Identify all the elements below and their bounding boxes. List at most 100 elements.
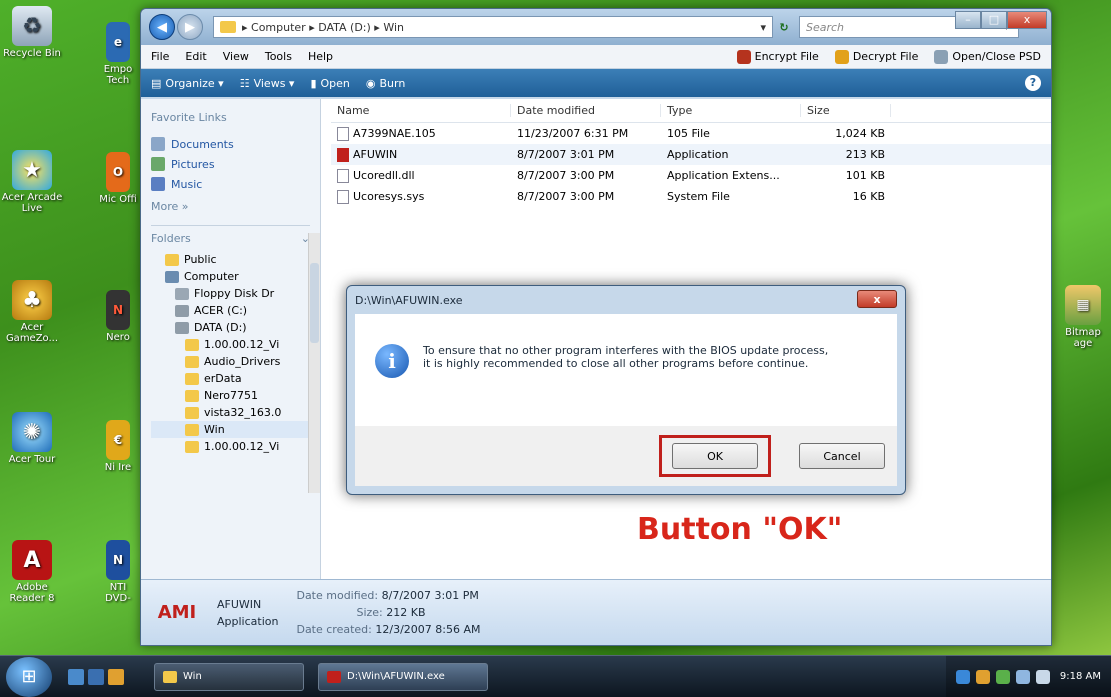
desktop-icon-bitmap[interactable]: ▦ Bitmap age — [1056, 285, 1110, 349]
folder-icon — [163, 670, 177, 683]
date-modified-value: 8/7/2007 3:01 PM — [381, 589, 479, 602]
open-button[interactable]: ▮ Open — [310, 77, 349, 90]
desktop-icon-nero[interactable]: N Nero — [96, 290, 140, 343]
taskbar-item-afuwin[interactable]: D:\Win\AFUWIN.exe — [318, 662, 488, 691]
column-size[interactable]: Size — [801, 104, 891, 117]
tree-label: DATA (D:) — [194, 321, 247, 334]
tray-app-icon[interactable] — [975, 669, 990, 684]
floppy-drive-icon — [175, 287, 189, 300]
details-identity: AFUWIN Application — [217, 596, 278, 630]
ok-button[interactable]: OK — [672, 443, 758, 469]
organize-button[interactable]: ▤ Organize ▾ — [151, 77, 224, 90]
views-label: Views ▾ — [253, 76, 295, 90]
dialog-message: To ensure that no other program interfer… — [423, 344, 828, 396]
folder-icon — [185, 423, 199, 436]
tree-node[interactable]: Audio_Drivers — [151, 353, 310, 370]
details-properties: Date modified: 8/7/2007 3:01 PM Size: 21… — [296, 587, 480, 638]
menu-help[interactable]: Help — [308, 50, 333, 63]
tree-node[interactable]: DATA (D:) — [151, 319, 310, 336]
tree-node[interactable]: 1.00.00.12_Vi — [151, 438, 310, 455]
gamezone-icon: ♣ — [12, 280, 52, 320]
column-date-modified[interactable]: Date modified — [511, 104, 661, 117]
desktop-icon-office[interactable]: O Mic Offi — [96, 152, 140, 205]
show-desktop-icon[interactable] — [68, 668, 84, 685]
volume-icon[interactable] — [1035, 669, 1050, 684]
desktop-icon-ni[interactable]: € Ni Ire — [96, 420, 140, 473]
switch-windows-icon[interactable] — [88, 668, 104, 685]
close-icon[interactable]: x — [1007, 11, 1047, 29]
tree-node-selected[interactable]: Win — [151, 421, 310, 438]
favorite-pictures[interactable]: Pictures — [151, 154, 310, 174]
encrypt-file-button[interactable]: Encrypt File — [736, 49, 819, 64]
dialog-message-line: To ensure that no other program interfer… — [423, 344, 829, 357]
folder-icon — [185, 440, 199, 453]
command-toolbar: ▤ Organize ▾ ☷ Views ▾ ▮ Open ◉ Burn ? — [141, 69, 1051, 97]
column-name[interactable]: Name — [331, 104, 511, 117]
burn-button[interactable]: ◉ Burn — [366, 77, 405, 90]
favorite-music[interactable]: Music — [151, 174, 310, 194]
scrollbar-thumb[interactable] — [310, 263, 319, 343]
tree-node[interactable]: Computer — [151, 268, 310, 285]
more-link[interactable]: More » — [151, 194, 310, 219]
tray-app-icon[interactable] — [995, 669, 1010, 684]
close-icon[interactable]: x — [857, 290, 897, 308]
file-row[interactable]: AFUWIN 8/7/2007 3:01 PM Application 213 … — [331, 144, 1051, 165]
adobe-reader-icon: A — [12, 540, 52, 580]
clock[interactable]: 9:18 AM — [1060, 671, 1101, 682]
address-bar[interactable]: ▸ Computer ▸ DATA (D:) ▸ Win ▾ — [213, 16, 773, 38]
taskbar-item-win[interactable]: Win — [154, 662, 304, 691]
tree-node[interactable]: Public — [151, 251, 310, 268]
help-icon[interactable]: ? — [1025, 75, 1041, 91]
pictures-icon — [151, 157, 165, 171]
tree-node[interactable]: Floppy Disk Dr — [151, 285, 310, 302]
music-icon — [151, 177, 165, 191]
tree-node[interactable]: erData — [151, 370, 310, 387]
desktop-icon-label: Adobe Reader 8 — [9, 582, 55, 604]
acer-tour-icon: ✺ — [12, 412, 52, 452]
tree-scrollbar[interactable] — [308, 233, 320, 493]
decrypt-file-button[interactable]: Decrypt File — [834, 49, 918, 64]
cancel-button[interactable]: Cancel — [799, 443, 885, 469]
folders-label: Folders — [151, 232, 191, 245]
menu-view[interactable]: View — [223, 50, 249, 63]
menu-file[interactable]: File — [151, 50, 169, 63]
file-row[interactable]: Ucoredll.dll 8/7/2007 3:00 PM Applicatio… — [331, 165, 1051, 186]
minimize-icon[interactable]: – — [955, 11, 981, 29]
folders-header[interactable]: Folders ⌄ — [151, 225, 310, 245]
folder-icon — [165, 253, 179, 266]
system-file-icon — [337, 189, 349, 204]
open-close-psd-button[interactable]: Open/Close PSD — [934, 49, 1041, 64]
desktop-icon-empowering[interactable]: e Empo Tech — [96, 22, 140, 86]
refresh-icon[interactable]: ↻ — [773, 21, 795, 34]
menu-edit[interactable]: Edit — [185, 50, 206, 63]
chevron-down-icon[interactable]: ▾ — [760, 21, 766, 34]
forward-arrow-icon[interactable]: ▶ — [177, 14, 203, 40]
tray-app-icon[interactable] — [955, 669, 970, 684]
start-button[interactable]: ⊞ — [6, 656, 52, 697]
file-name: Ucoredll.dll — [353, 169, 415, 182]
tree-node[interactable]: ACER (C:) — [151, 302, 310, 319]
maximize-icon[interactable]: □ — [981, 11, 1007, 29]
menu-tools[interactable]: Tools — [265, 50, 292, 63]
tree-node[interactable]: 1.00.00.12_Vi — [151, 336, 310, 353]
file-row[interactable]: Ucoresys.sys 8/7/2007 3:00 PM System Fil… — [331, 186, 1051, 207]
desktop-icon-recycle-bin[interactable]: ♻ Recycle Bin — [0, 6, 64, 59]
favorite-documents[interactable]: Documents — [151, 134, 310, 154]
back-arrow-icon[interactable]: ◀ — [149, 14, 175, 40]
column-type[interactable]: Type — [661, 104, 801, 117]
favorite-links-header: Favorite Links — [151, 111, 227, 124]
desktop-icon-acer-arcade[interactable]: ★ Acer Arcade Live — [0, 150, 64, 214]
size-value: 212 KB — [386, 606, 426, 619]
desktop-icon-nti[interactable]: N NTI DVD- — [96, 540, 140, 604]
desktop-icon-adobe-reader[interactable]: A Adobe Reader 8 — [0, 540, 64, 604]
dialog-body: i To ensure that no other program interf… — [355, 314, 897, 426]
media-icon[interactable] — [108, 668, 124, 685]
desktop-icon-acer-tour[interactable]: ✺ Acer Tour — [0, 412, 64, 465]
network-icon[interactable] — [1015, 669, 1030, 684]
desktop-icon-acer-gamezone[interactable]: ♣ Acer GameZo... — [0, 280, 64, 344]
views-button[interactable]: ☷ Views ▾ — [240, 77, 295, 90]
file-row[interactable]: A7399NAE.105 11/23/2007 6:31 PM 105 File… — [331, 123, 1051, 144]
date-created-label: Date created: — [296, 623, 372, 636]
tree-node[interactable]: vista32_163.0 — [151, 404, 310, 421]
tree-node[interactable]: Nero7751 — [151, 387, 310, 404]
